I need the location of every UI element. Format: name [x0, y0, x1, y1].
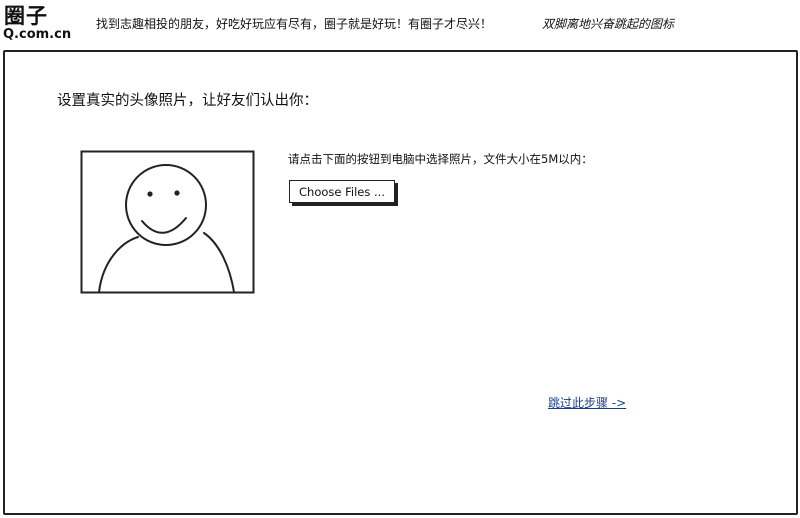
avatar-placeholder-icon	[80, 150, 255, 294]
page-heading: 设置真实的头像照片，让好友们认出你：	[57, 93, 318, 109]
logo-domain: Q.com.cn	[3, 27, 72, 42]
header-slogan: 找到志趣相投的朋友，好吃好玩应有尽有，圈子就是好玩！有圈子才尽兴！	[96, 17, 493, 31]
upload-instructions: 请点击下面的按钮到电脑中选择照片，文件大小在5M以内：	[288, 152, 593, 166]
content-panel: 设置真实的头像照片，让好友们认出你： 请点击下面的按钮到电脑中选择照片，文件大小…	[3, 50, 798, 515]
skip-step-link[interactable]: 跳过此步骤 ->	[548, 395, 626, 411]
avatar-right-eye	[174, 190, 180, 196]
logo-title: 圈子	[4, 4, 48, 28]
avatar-left-eye	[147, 191, 153, 197]
choose-files-button[interactable]: Choose Files ...	[289, 180, 395, 203]
annotation-note: 双脚离地兴奋跳起的图标	[542, 17, 675, 31]
